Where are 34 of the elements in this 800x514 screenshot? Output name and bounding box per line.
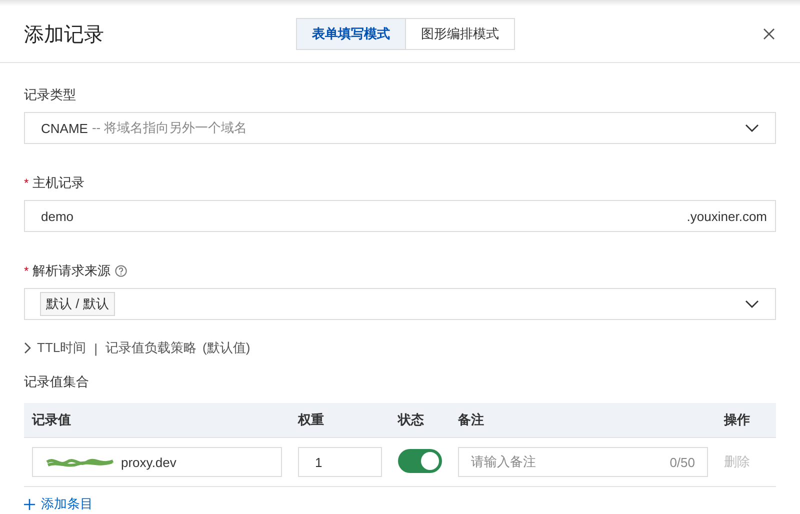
source-select[interactable]: 默认 / 默认 (24, 288, 776, 320)
record-value-field[interactable]: proxy.dev (32, 447, 282, 477)
chevron-down-icon (745, 300, 759, 308)
required-mark: * (24, 176, 29, 190)
field-value: demo (41, 208, 74, 224)
host-record-field[interactable]: demo .youxiner.com (24, 200, 776, 232)
domain-suffix: .youxiner.com (686, 208, 767, 224)
column-header: 备注 (458, 411, 485, 429)
chevron-right-icon (24, 342, 31, 354)
option-description: -- 将域名指向另外一个域名 (92, 119, 248, 137)
record-type-select[interactable]: CNAME -- 将域名指向另外一个域名 (24, 112, 776, 144)
close-icon (762, 27, 776, 41)
plus-icon (24, 498, 35, 510)
advanced-settings-toggle[interactable]: TTL时间 | 记录值负载策略 (默认值) (24, 337, 776, 359)
chevron-down-icon (745, 124, 759, 132)
mode-tab[interactable]: 表单填写模式 (297, 19, 405, 49)
column-header: 记录值 (32, 411, 72, 429)
close-button[interactable] (762, 27, 776, 41)
field-label: 解析请求来源 (32, 262, 111, 280)
dialog-title: 添加记录 (24, 22, 104, 48)
character-count: 0/50 (670, 454, 695, 470)
field-label: 主机记录 (32, 174, 85, 192)
column-header: 操作 (724, 411, 751, 429)
weight-field[interactable]: 1 (298, 447, 382, 477)
select-value: CNAME (41, 120, 88, 136)
field-label: 记录类型 (24, 86, 76, 104)
required-mark: * (24, 264, 29, 278)
section-title: 记录值集合 (24, 373, 90, 391)
column-header: 状态 (398, 411, 425, 429)
selected-tag: 默认 / 默认 (40, 292, 115, 316)
remark-field[interactable]: 请输入备注 0/50 (458, 447, 708, 477)
add-entry-link[interactable]: 添加条目 (24, 495, 93, 513)
column-header: 权重 (298, 411, 325, 429)
status-switch[interactable] (398, 448, 442, 472)
